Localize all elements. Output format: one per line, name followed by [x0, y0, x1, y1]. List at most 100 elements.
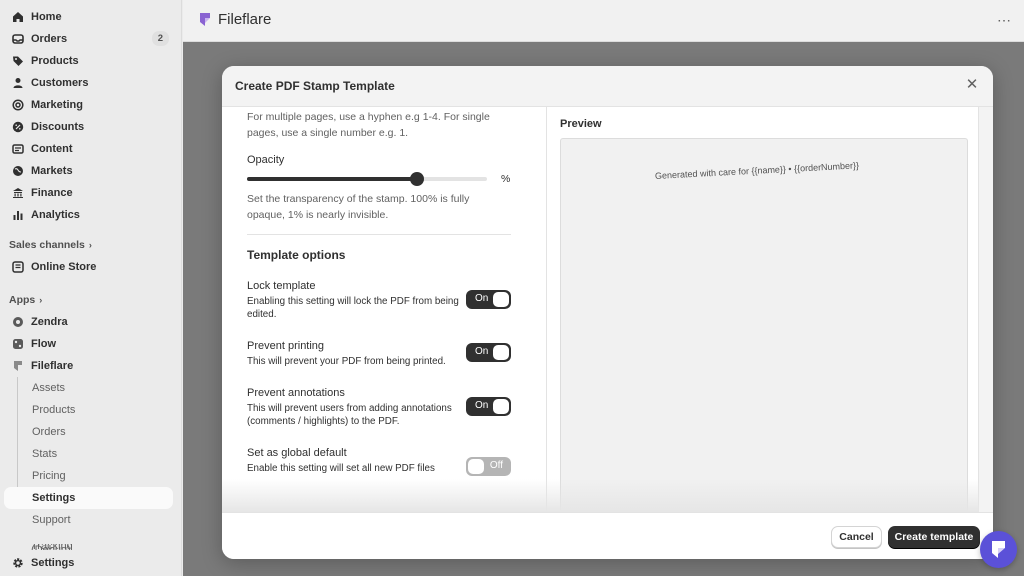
- nav-online-store[interactable]: Online Store: [4, 256, 173, 278]
- chevron-right-icon: ›: [88, 240, 92, 250]
- opacity-slider-fill: [247, 177, 418, 181]
- close-icon[interactable]: ✕: [964, 77, 980, 93]
- nav-markets-label: Markets: [31, 165, 73, 177]
- content-icon: [11, 143, 24, 156]
- pdf-preview: Generated with care for {{name}} • {{ord…: [560, 138, 968, 512]
- opacity-slider-thumb[interactable]: [410, 172, 425, 186]
- nav-zendra[interactable]: Zendra: [4, 311, 173, 333]
- nav-analytics-label: Analytics: [31, 209, 80, 221]
- pages-help-line-2: pages, use a single number e.g. 1.: [247, 127, 409, 139]
- option-global-default-title: Set as global default: [247, 447, 347, 459]
- settings-panel[interactable]: For multiple pages, use a hyphen e.g 1-4…: [222, 107, 547, 512]
- template-options-title: Template options: [247, 248, 346, 262]
- nav-fileflare-label: Fileflare: [31, 360, 74, 372]
- create-template-button[interactable]: Create template: [888, 526, 980, 548]
- sidebar: Home Orders 2 Products Customers Marketi…: [0, 0, 182, 576]
- nav-marketing-label: Marketing: [31, 99, 83, 111]
- gear-icon: [11, 557, 24, 570]
- lock-template-toggle[interactable]: On: [466, 290, 511, 309]
- discount-icon: [11, 121, 24, 134]
- nav-zendra-label: Zendra: [31, 316, 68, 328]
- sub-item-orders[interactable]: Orders: [4, 421, 173, 443]
- sub-item-settings[interactable]: Settings: [4, 487, 173, 509]
- bar-chart-icon: [11, 209, 24, 222]
- pages-help-line-1: For multiple pages, use a hyphen e.g 1-4…: [247, 111, 490, 123]
- nav-fileflare[interactable]: Fileflare: [4, 355, 173, 377]
- nav-settings-label: Settings: [31, 557, 75, 569]
- toggle-knob: [468, 459, 484, 474]
- modal-header: Create PDF Stamp Template ✕: [222, 66, 993, 107]
- sub-item-assets[interactable]: Assets: [4, 377, 173, 399]
- prevent-printing-toggle[interactable]: On: [466, 343, 511, 362]
- sales-channels-header[interactable]: Sales channels ›: [9, 239, 92, 251]
- tag-icon: [11, 55, 24, 68]
- scroll-fade: [547, 479, 979, 512]
- nav-customers[interactable]: Customers: [4, 72, 173, 94]
- nav-finance-label: Finance: [31, 187, 73, 199]
- app-title-text: Fileflare: [218, 11, 272, 28]
- global-default-toggle[interactable]: Off: [466, 457, 511, 476]
- nav-products[interactable]: Products: [4, 50, 173, 72]
- home-icon: [11, 11, 24, 24]
- modal-title: Create PDF Stamp Template: [235, 79, 395, 93]
- toggle-knob: [493, 399, 509, 414]
- scroll-fade: [222, 479, 547, 512]
- app-topbar: Fileflare ⋯: [183, 0, 1024, 42]
- toggle-knob: [493, 292, 509, 307]
- option-prevent-printing-title: Prevent printing: [247, 340, 325, 352]
- option-lock-template-title: Lock template: [247, 280, 316, 292]
- option-prevent-annotations-desc: This will prevent users from adding anno…: [247, 403, 452, 427]
- nav-flow[interactable]: Flow: [4, 333, 173, 355]
- nav-home-label: Home: [31, 11, 62, 23]
- inbox-icon: [11, 33, 24, 46]
- opacity-slider[interactable]: [247, 172, 487, 186]
- nav-finance[interactable]: Finance: [4, 182, 173, 204]
- modal-body: For multiple pages, use a hyphen e.g 1-4…: [222, 107, 993, 512]
- globe-icon: [11, 165, 24, 178]
- more-actions-button[interactable]: ⋯: [997, 12, 1012, 29]
- toggle-state-label: On: [475, 346, 489, 357]
- sales-channels-label: Sales channels: [9, 239, 85, 251]
- zendra-icon: [11, 316, 24, 329]
- orders-count-badge: 2: [151, 31, 169, 46]
- fileflare-logo-icon: [992, 541, 1005, 558]
- sub-item-products[interactable]: Products: [4, 399, 173, 421]
- sub-item-cutoff[interactable]: Tracking (Debug): [31, 544, 111, 550]
- stamp-preview-text: Generated with care for {{name}} • {{ord…: [654, 160, 860, 181]
- store-icon: [11, 261, 24, 274]
- option-lock-template-desc: Enabling this setting will lock the PDF …: [247, 296, 459, 320]
- nav-content[interactable]: Content: [4, 138, 173, 160]
- create-stamp-modal: Create PDF Stamp Template ✕ For multiple…: [222, 66, 993, 559]
- toggle-state-label: Off: [489, 460, 503, 471]
- opacity-help-line-1: Set the transparency of the stamp. 100% …: [247, 193, 470, 205]
- prevent-annotations-toggle[interactable]: On: [466, 397, 511, 416]
- bank-icon: [11, 187, 24, 200]
- nav-marketing[interactable]: Marketing: [4, 94, 173, 116]
- cancel-button[interactable]: Cancel: [831, 526, 882, 548]
- nav-products-label: Products: [31, 55, 79, 67]
- nav-home[interactable]: Home: [4, 6, 173, 28]
- nav-online-store-label: Online Store: [31, 261, 97, 273]
- nav-flow-label: Flow: [31, 338, 57, 350]
- sub-item-support[interactable]: Support: [4, 509, 173, 531]
- section-divider: [247, 234, 511, 235]
- nav-orders[interactable]: Orders 2: [4, 28, 173, 50]
- sub-item-stats[interactable]: Stats: [4, 443, 173, 465]
- option-global-default-desc: Enable this setting will set all new PDF…: [247, 463, 435, 474]
- nav-analytics[interactable]: Analytics: [4, 204, 173, 226]
- nav-orders-label: Orders: [31, 33, 68, 45]
- preview-panel: Preview Generated with care for {{name}}…: [547, 107, 979, 512]
- fileflare-icon: [11, 360, 24, 373]
- nav-markets[interactable]: Markets: [4, 160, 173, 182]
- nav-discounts[interactable]: Discounts: [4, 116, 173, 138]
- app-title: Fileflare: [199, 11, 271, 28]
- nav-settings[interactable]: Settings: [4, 552, 173, 574]
- sub-item-pricing[interactable]: Pricing: [4, 465, 173, 487]
- target-icon: [11, 99, 24, 112]
- apps-label: Apps: [9, 294, 36, 306]
- chevron-right-icon: ›: [39, 295, 43, 305]
- fileflare-chat-button[interactable]: [980, 531, 1017, 568]
- apps-header[interactable]: Apps ›: [9, 294, 42, 306]
- flow-icon: [11, 338, 24, 351]
- opacity-help-line-2: opaque, 1% is nearly invisible.: [247, 209, 389, 221]
